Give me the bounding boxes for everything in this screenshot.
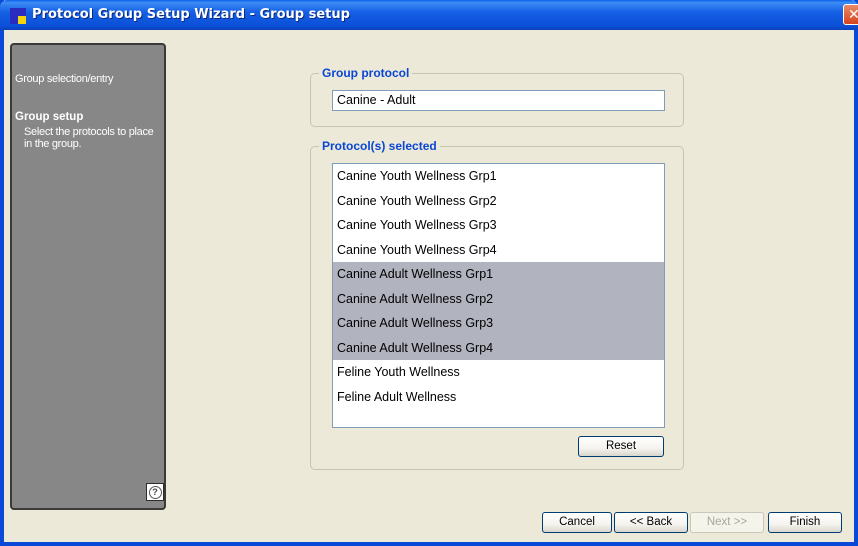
reset-button[interactable]: Reset	[578, 436, 664, 457]
protocols-selected-label: Protocol(s) selected	[319, 139, 440, 153]
step-group-setup: Group setup	[15, 111, 84, 123]
protocol-list-item[interactable]: Canine Youth Wellness Grp1	[333, 164, 664, 189]
cancel-button[interactable]: Cancel	[542, 512, 612, 533]
help-icon: ?	[148, 485, 162, 499]
protocol-list-item[interactable]: Feline Youth Wellness	[333, 360, 664, 385]
protocol-list-item[interactable]: Feline Adult Wellness	[333, 385, 664, 410]
next-button[interactable]: Next >>	[690, 512, 764, 533]
wizard-steps-panel: Group selection/entry Group setup Select…	[10, 43, 166, 510]
window-title: Protocol Group Setup Wizard - Group setu…	[32, 7, 350, 22]
protocol-list-item[interactable]: Canine Adult Wellness Grp3	[333, 311, 664, 336]
finish-button[interactable]: Finish	[768, 512, 842, 533]
title-bar[interactable]: Protocol Group Setup Wizard - Group setu…	[0, 0, 858, 30]
protocol-list-item[interactable]: Canine Youth Wellness Grp4	[333, 238, 664, 263]
group-protocol-field[interactable]: Canine - Adult	[332, 90, 665, 111]
protocol-list-item[interactable]: Canine Adult Wellness Grp1	[333, 262, 664, 287]
back-button[interactable]: << Back	[614, 512, 688, 533]
protocol-list-item[interactable]: Canine Youth Wellness Grp3	[333, 213, 664, 238]
wizard-window: Protocol Group Setup Wizard - Group setu…	[0, 0, 858, 546]
protocol-list-item[interactable]: Canine Adult Wellness Grp4	[333, 335, 664, 360]
group-protocol-label: Group protocol	[319, 66, 413, 80]
close-icon[interactable]: ✕	[843, 4, 858, 25]
help-button[interactable]: ?	[146, 483, 164, 501]
protocol-list-item[interactable]: Canine Adult Wellness Grp2	[333, 286, 664, 311]
protocol-list-item[interactable]: Canine Youth Wellness Grp2	[333, 189, 664, 214]
protocols-listbox[interactable]: Canine Youth Wellness Grp1 Canine Youth W…	[332, 163, 665, 428]
app-icon	[10, 8, 26, 24]
step-group-selection: Group selection/entry	[15, 73, 114, 85]
step-group-setup-description: Select the protocols to place in the gro…	[24, 126, 154, 150]
